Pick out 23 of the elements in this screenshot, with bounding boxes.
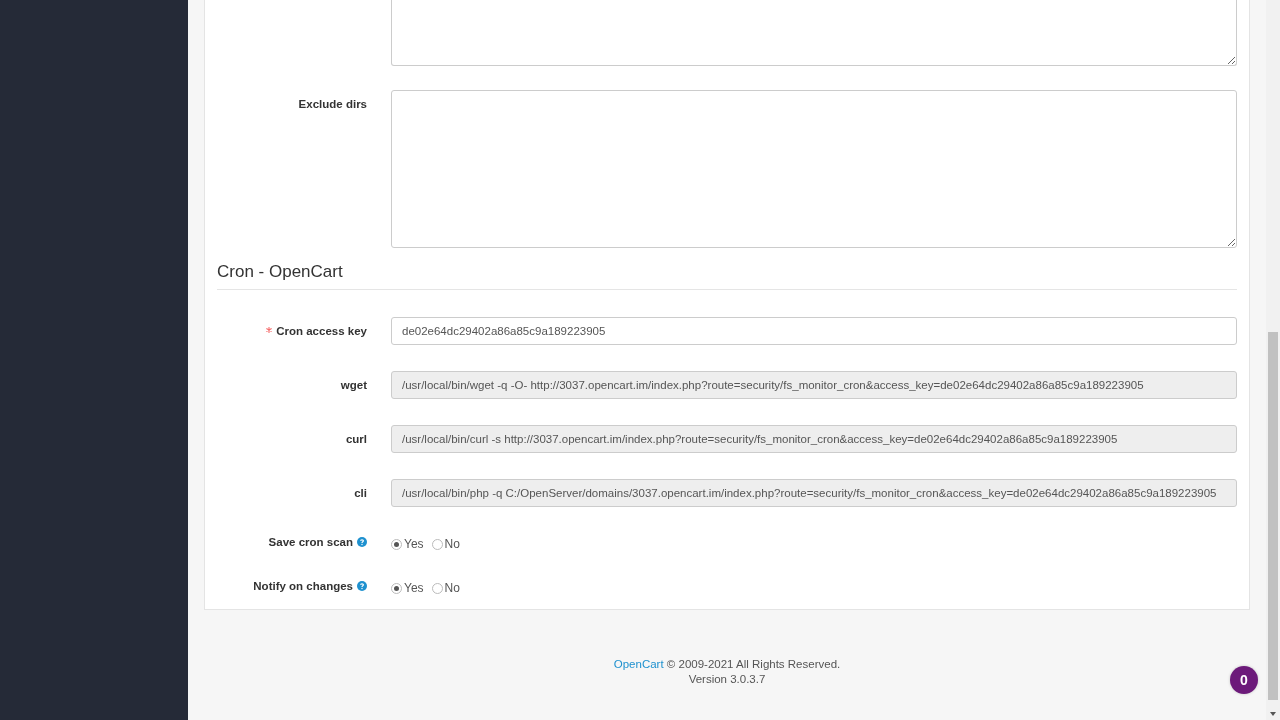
field-label: curl [345,433,367,445]
section-title: Cron - OpenCart [217,262,344,283]
field-label: cli [354,487,367,499]
field-label: Cron access key [276,325,367,337]
field-label: Exclude dirs [298,98,367,110]
radio-button[interactable]: No [431,581,460,595]
radio-button[interactable]: Yes [391,581,424,595]
radio-button[interactable]: Yes [391,537,424,551]
copyright-text: OpenCart © 2009-2021 All Rights Reserved. [613,658,841,670]
notification-badge[interactable]: 0 [1230,666,1258,694]
text-input[interactable]: de02e64dc29402a86a85c9a189223905 [391,317,1237,345]
radio-button[interactable]: No [431,537,460,551]
scrollbar[interactable] [1266,0,1280,720]
field-label: wget [340,379,367,391]
field-label: Notify on changes [253,580,353,592]
command-field[interactable]: /usr/local/bin/wget -q -O- http://3037.opencart.im/index.php?route=security/fs_monitor_cron&access_key=de02e64dc29402a86a85c9a189223905 [391,371,1237,399]
version-text: Version 3.0.3.7 [688,673,766,685]
help-icon[interactable] [357,537,367,547]
command-field[interactable]: /usr/local/bin/curl -s http://3037.opencart.im/index.php?route=security/fs_monitor_cron&access_key=de02e64dc29402a86a85c9a189223905 [391,425,1237,453]
field-label: Save cron scan [268,536,353,548]
help-icon[interactable] [357,581,367,591]
scroll-down-icon[interactable] [1270,712,1276,716]
command-field[interactable]: /usr/local/bin/php -q C:/OpenServer/domains/3037.opencart.im/index.php?route=security/fs_monitor_cron&access_key=de02e64dc29402a86a85c9a189223905 [391,479,1237,507]
